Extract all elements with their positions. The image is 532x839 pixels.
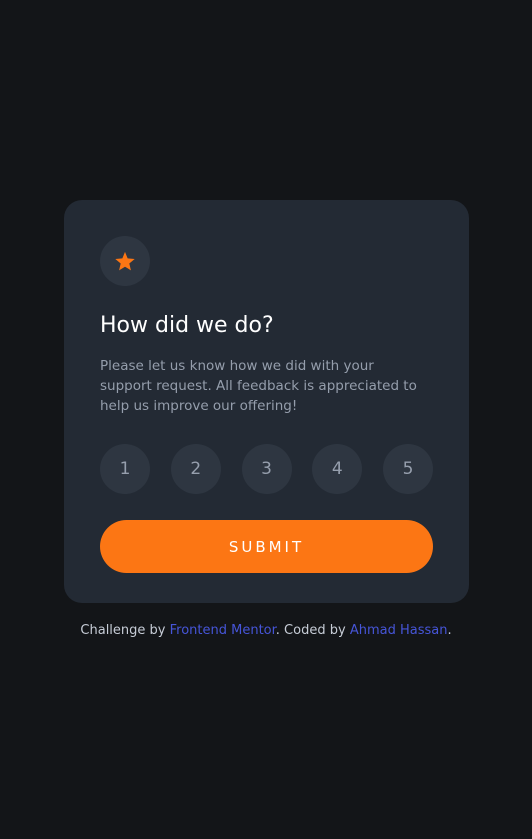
rating-card: How did we do? Please let us know how we… [64, 200, 469, 603]
card-title: How did we do? [100, 313, 274, 338]
rating-1-button[interactable]: 1 [100, 444, 150, 494]
star-badge [100, 236, 150, 286]
rating-5-button[interactable]: 5 [383, 444, 433, 494]
attribution: Challenge by Frontend Mentor. Coded by A… [0, 621, 532, 641]
card-description: Please let us know how we did with your … [100, 358, 417, 414]
page: How did we do? Please let us know how we… [0, 0, 532, 839]
submit-button[interactable]: SUBMIT [100, 520, 433, 573]
attribution-suffix: . [447, 623, 452, 638]
rating-3-button[interactable]: 3 [241, 444, 292, 494]
rating-options: 1 2 3 4 5 [100, 444, 433, 494]
attribution-prefix: Challenge by [80, 623, 170, 638]
attribution-middle: . Coded by [275, 623, 350, 638]
star-icon [115, 251, 135, 270]
frontend-mentor-link[interactable]: Frontend Mentor [170, 623, 276, 638]
rating-4-button[interactable]: 4 [312, 444, 363, 494]
author-link[interactable]: Ahmad Hassan [350, 623, 448, 638]
rating-2-button[interactable]: 2 [170, 444, 221, 494]
